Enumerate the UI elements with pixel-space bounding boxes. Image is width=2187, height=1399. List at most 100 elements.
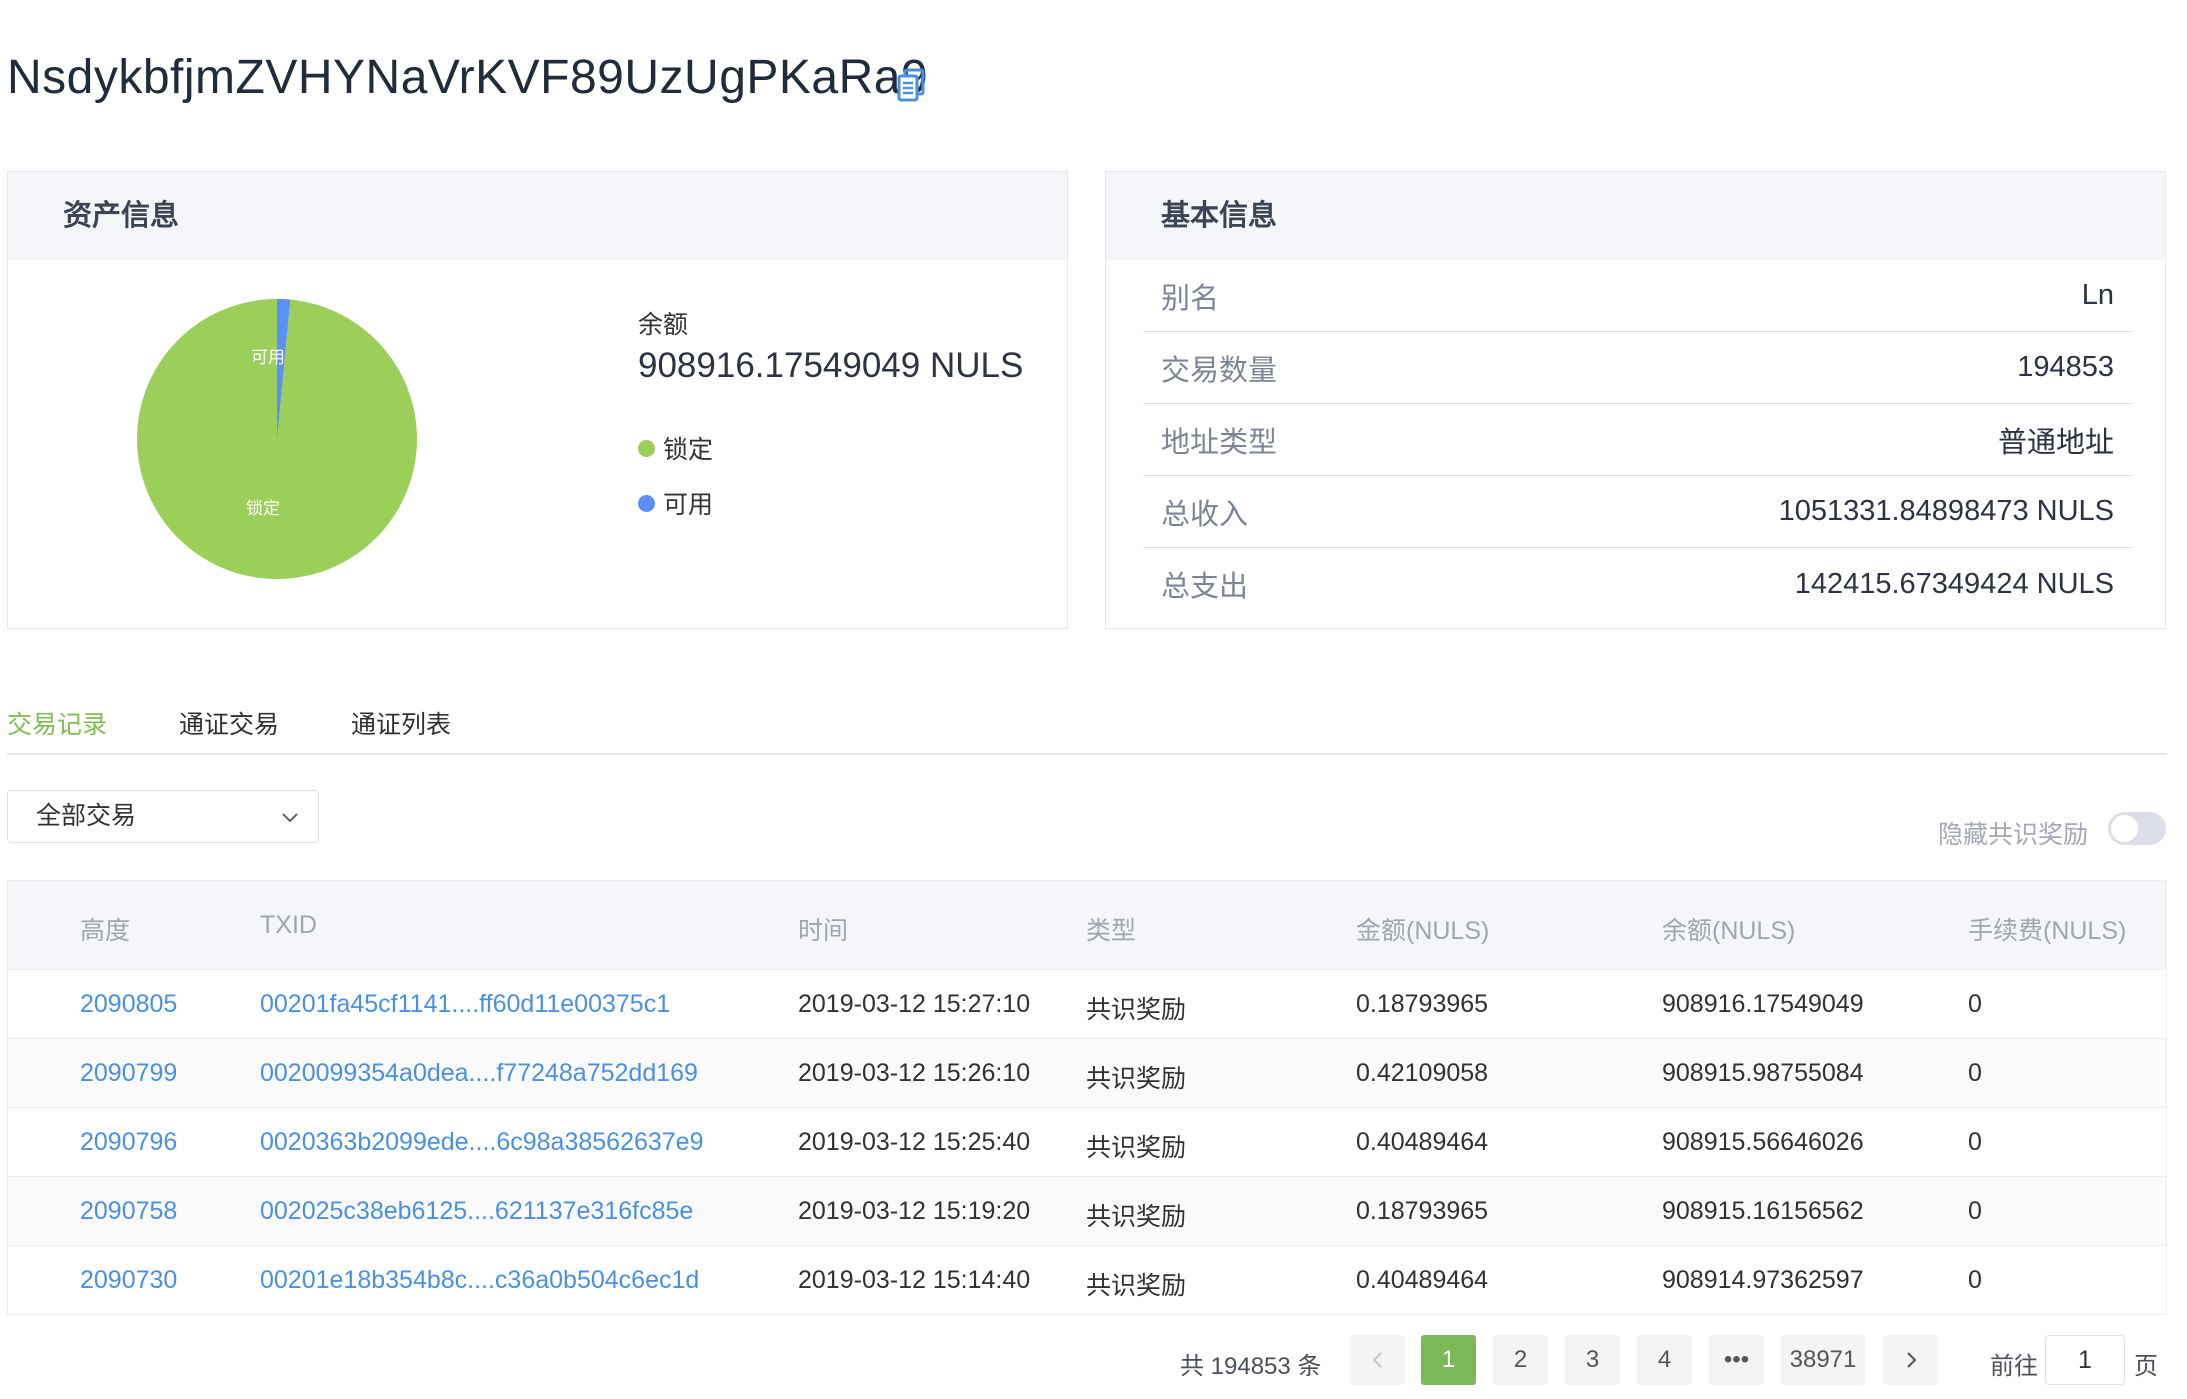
table-row: 2090805 00201fa45cf1141....ff60d11e00375… (8, 969, 2166, 1038)
col-time: 时间 (798, 917, 849, 945)
cell-amount: 0.42109058 (1356, 1059, 1489, 1087)
cell-balance: 908916.17549049 (1662, 990, 1864, 1018)
goto-page-input[interactable]: 1 (2045, 1335, 2125, 1385)
tx-type-selected: 全部交易 (36, 802, 137, 830)
page-suffix-label: 页 (2134, 1353, 2158, 1380)
tab-transactions[interactable]: 交易记录 (7, 705, 107, 741)
goto-label: 前往 (1990, 1353, 2038, 1380)
page-button-1[interactable]: 1 (1421, 1335, 1476, 1385)
cell-time: 2019-03-12 15:25:40 (798, 1128, 1031, 1156)
balance-label: 余额 (638, 311, 689, 339)
prev-page-button[interactable] (1350, 1335, 1405, 1385)
col-type: 类型 (1086, 917, 1137, 945)
cell-balance: 908915.16156562 (1662, 1197, 1864, 1225)
table-row: 2090799 0020099354a0dea....f77248a752dd1… (8, 1038, 2166, 1107)
legend-dot-locked-icon (638, 439, 655, 457)
copy-icon[interactable] (896, 68, 926, 102)
col-balance: 余额(NULS) (1662, 917, 1796, 945)
page-button-4[interactable]: 4 (1637, 1335, 1692, 1385)
table-row: 2090730 00201e18b354b8c....c36a0b504c6ec… (8, 1245, 2166, 1314)
basic-card-title: 基本信息 (1106, 172, 2165, 260)
cell-height-link[interactable]: 2090730 (80, 1266, 177, 1295)
info-row-total-income: 总收入 1051331.84898473 NULS (1143, 476, 2132, 548)
cell-txid-link[interactable]: 0020099354a0dea....f77248a752dd169 (260, 1059, 698, 1088)
cell-fee: 0 (1968, 1128, 1982, 1156)
info-value: 普通地址 (1997, 426, 2114, 459)
cell-fee: 0 (1968, 1266, 1982, 1294)
cell-balance: 908915.98755084 (1662, 1059, 1864, 1087)
cell-height-link[interactable]: 2090805 (80, 990, 177, 1019)
col-fee: 手续费(NULS) (1968, 917, 2127, 945)
info-key: 总收入 (1161, 498, 1249, 531)
tx-type-select[interactable]: 全部交易 (7, 790, 319, 843)
balance-value: 908916.17549049 NULS (638, 346, 1024, 385)
cell-height-link[interactable]: 2090796 (80, 1128, 177, 1157)
col-txid: TXID (260, 911, 317, 939)
legend-locked-label: 锁定 (663, 436, 714, 464)
cell-amount: 0.40489464 (1356, 1128, 1489, 1156)
cell-txid-link[interactable]: 00201fa45cf1141....ff60d11e00375c1 (260, 990, 670, 1019)
cell-amount: 0.40489464 (1356, 1266, 1489, 1294)
legend-available-label: 可用 (663, 491, 714, 519)
page-button-last[interactable]: 38971 (1781, 1335, 1865, 1385)
cell-fee: 0 (1968, 1059, 1982, 1087)
page-button-2[interactable]: 2 (1493, 1335, 1548, 1385)
info-row-total-expense: 总支出 142415.67349424 NULS (1143, 548, 2132, 620)
pie-label-available: 可用 (251, 348, 285, 367)
cell-height-link[interactable]: 2090799 (80, 1059, 177, 1088)
basic-info-card: 基本信息 别名 Ln 交易数量 194853 地址类型 普通地址 总收入 105… (1105, 171, 2166, 629)
legend-dot-available-icon (638, 494, 655, 512)
cell-time: 2019-03-12 15:14:40 (798, 1266, 1031, 1294)
cell-height-link[interactable]: 2090758 (80, 1197, 177, 1226)
info-key: 别名 (1161, 282, 1220, 315)
info-row-tx-count: 交易数量 194853 (1143, 332, 2132, 404)
cell-type: 共识奖励 (1086, 996, 1187, 1024)
hide-consensus-toggle[interactable] (2108, 812, 2166, 845)
cell-balance: 908915.56646026 (1662, 1128, 1864, 1156)
info-row-alias: 别名 Ln (1143, 260, 2132, 332)
chevron-down-icon (282, 813, 298, 823)
toggle-knob (2111, 815, 2138, 842)
asset-pie-chart[interactable] (127, 289, 427, 589)
page-button-3[interactable]: 3 (1565, 1335, 1620, 1385)
legend-locked[interactable]: 锁定 (638, 430, 713, 466)
tab-token-list[interactable]: 通证列表 (351, 705, 451, 741)
tab-bar: 交易记录 通证交易 通证列表 (7, 700, 2167, 755)
cell-type: 共识奖励 (1086, 1272, 1187, 1300)
info-key: 地址类型 (1161, 426, 1278, 459)
cell-time: 2019-03-12 15:26:10 (798, 1059, 1031, 1087)
info-value: Ln (2081, 279, 2114, 311)
table-row: 2090796 0020363b2099ede....6c98a38562637… (8, 1107, 2166, 1176)
cell-type: 共识奖励 (1086, 1203, 1187, 1231)
table-header: 高度 TXID 时间 类型 金额(NULS) 余额(NULS) 手续费(NULS… (8, 881, 2166, 969)
info-value: 142415.67349424 NULS (1794, 567, 2114, 600)
tab-token-transactions[interactable]: 通证交易 (179, 705, 279, 741)
asset-card-title: 资产信息 (8, 172, 1067, 260)
legend-available[interactable]: 可用 (638, 485, 713, 521)
info-value: 194853 (2017, 351, 2114, 383)
chevron-right-icon (1906, 1352, 1916, 1368)
info-value: 1051331.84898473 NULS (1778, 495, 2114, 527)
cell-fee: 0 (1968, 1197, 1982, 1225)
cell-type: 共识奖励 (1086, 1065, 1187, 1093)
cell-txid-link[interactable]: 0020363b2099ede....6c98a38562637e9 (260, 1128, 704, 1157)
col-height: 高度 (80, 917, 131, 945)
next-page-button[interactable] (1883, 1335, 1938, 1385)
info-row-address-type: 地址类型 普通地址 (1143, 404, 2132, 476)
cell-txid-link[interactable]: 002025c38eb6125....621137e316fc85e (260, 1197, 693, 1226)
cell-amount: 0.18793965 (1356, 990, 1489, 1018)
cell-balance: 908914.97362597 (1662, 1266, 1864, 1294)
cell-amount: 0.18793965 (1356, 1197, 1489, 1225)
address-title: NsdykbfjmZVHYNaVrKVF89UzUgPKaRa9 (7, 51, 929, 104)
table-row: 2090758 002025c38eb6125....621137e316fc8… (8, 1176, 2166, 1245)
chevron-left-icon (1372, 1352, 1382, 1368)
info-key: 交易数量 (1161, 354, 1278, 387)
cell-txid-link[interactable]: 00201e18b354b8c....c36a0b504c6ec1d (260, 1266, 699, 1295)
pie-label-locked: 锁定 (246, 499, 280, 518)
cell-time: 2019-03-12 15:19:20 (798, 1197, 1031, 1225)
pagination-total: 共 194853 条 (1180, 1353, 1322, 1380)
hide-consensus-label: 隐藏共识奖励 (1938, 821, 2089, 849)
cell-type: 共识奖励 (1086, 1134, 1187, 1162)
asset-info-card: 资产信息 可用 锁定 余额 908916.17549049 NULS 锁定 可用 (7, 171, 1068, 629)
page-ellipsis-button[interactable]: ••• (1709, 1335, 1764, 1385)
